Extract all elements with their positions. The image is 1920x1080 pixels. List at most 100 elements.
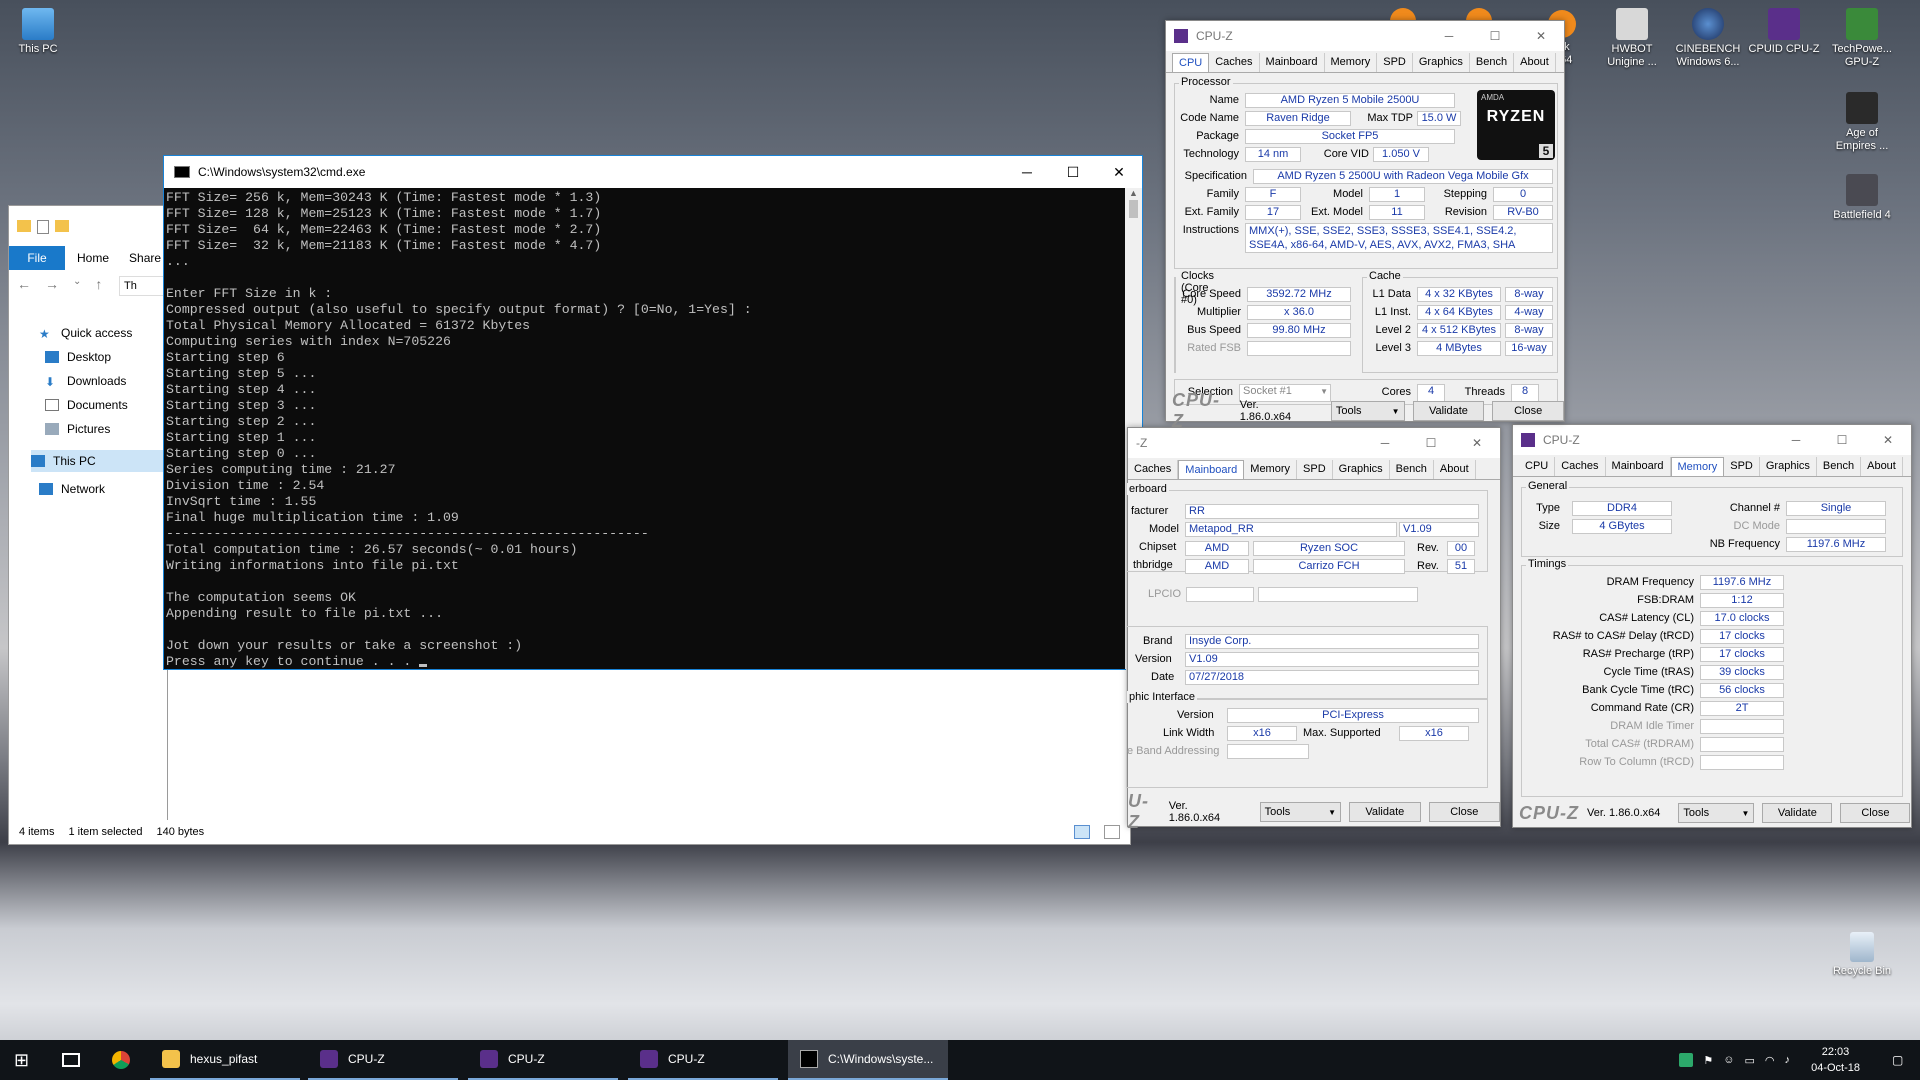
desktop-icon-gpuz[interactable]: TechPowe... GPU-Z	[1826, 8, 1898, 69]
tab-graphics[interactable]: Graphics	[1413, 53, 1470, 72]
l1-data-value: 4 x 32 KBytes	[1417, 287, 1501, 302]
taskbar-item-explorer[interactable]: hexus_pifast	[150, 1040, 300, 1080]
tab-bar: CPU Caches Mainboard Memory SPD Graphics…	[1166, 51, 1564, 73]
minimize-icon[interactable]: ─	[1773, 433, 1819, 447]
back-arrow-icon[interactable]: ←	[17, 276, 31, 292]
cmd-line: Computing series with index N=705226	[166, 334, 451, 349]
tab-caches[interactable]: Caches	[1209, 53, 1260, 72]
clock[interactable]: 22:03 04-Oct-18	[1811, 1044, 1860, 1076]
tab-file[interactable]: File	[9, 246, 65, 270]
tab-spd[interactable]: SPD	[1297, 460, 1333, 479]
tab-about[interactable]: About	[1514, 53, 1556, 72]
details-view-icon[interactable]	[1074, 825, 1090, 839]
desktop-icon-recycle-bin[interactable]: Recycle Bin	[1826, 932, 1898, 978]
task-view-button[interactable]	[52, 1040, 92, 1080]
tab-graphics[interactable]: Graphics	[1333, 460, 1390, 479]
people-icon[interactable]: ☺	[1723, 1054, 1734, 1066]
properties-icon[interactable]	[37, 220, 49, 234]
cmd-line: Starting step 3 ...	[166, 398, 317, 413]
tab-graphics[interactable]: Graphics	[1760, 457, 1817, 476]
validate-button[interactable]: Validate	[1762, 803, 1833, 823]
tab-bench[interactable]: Bench	[1470, 53, 1515, 72]
tab-caches[interactable]: Caches	[1555, 457, 1606, 476]
tab-cpu[interactable]: CPU	[1172, 53, 1210, 72]
cmd-output[interactable]: FFT Size= 256 k, Mem=30243 K (Time: Fast…	[164, 188, 1124, 669]
tab-spd[interactable]: SPD	[1377, 53, 1413, 72]
desktop-icon-hwbot[interactable]: HWBOT Unigine ...	[1596, 8, 1668, 69]
volume-icon[interactable]: ♪	[1785, 1054, 1791, 1066]
close-button[interactable]: Close	[1840, 803, 1911, 823]
app-tray-icon[interactable]	[1679, 1053, 1694, 1067]
nav-downloads[interactable]: ⬇ Downloads	[45, 374, 126, 389]
minimize-icon[interactable]: ─	[1362, 436, 1408, 450]
close-icon[interactable]: ✕	[1518, 29, 1564, 43]
nav-pictures[interactable]: Pictures	[45, 422, 110, 436]
ext-family-value: 17	[1245, 205, 1301, 220]
cmd-line: Series computing time : 21.27	[166, 462, 396, 477]
scroll-thumb[interactable]	[1129, 200, 1138, 218]
maximize-icon[interactable]: ☐	[1819, 433, 1865, 447]
nav-quick-access[interactable]: ★ Quick access	[39, 326, 132, 341]
tab-mainboard[interactable]: Mainboard	[1178, 460, 1245, 479]
desktop-icon-cinebench[interactable]: CINEBENCH Windows 6...	[1672, 8, 1744, 69]
tools-button[interactable]: Tools ▼	[1259, 802, 1342, 822]
tab-cpu[interactable]: CPU	[1519, 457, 1556, 476]
desktop-icon-this-pc[interactable]: This PC	[2, 8, 74, 56]
desktop-icon-cpuz[interactable]: CPUID CPU-Z	[1748, 8, 1820, 56]
tab-mainboard[interactable]: Mainboard	[1606, 457, 1671, 476]
taskbar-item-cpuz-3[interactable]: CPU-Z	[628, 1040, 778, 1080]
tools-button[interactable]: Tools ▼	[1330, 401, 1405, 421]
close-icon[interactable]: ✕	[1454, 436, 1500, 450]
forward-arrow-icon[interactable]: →	[45, 276, 59, 292]
taskbar-item-cpuz-1[interactable]: CPU-Z	[308, 1040, 458, 1080]
network-icon[interactable]: ⚑	[1703, 1054, 1713, 1067]
validate-button[interactable]: Validate	[1412, 401, 1485, 421]
address-bar[interactable]: Th	[119, 276, 167, 296]
technology-value: 14 nm	[1245, 147, 1301, 162]
close-icon[interactable]: ✕	[1096, 164, 1142, 181]
tab-about[interactable]: About	[1434, 460, 1476, 479]
tab-memory[interactable]: Memory	[1670, 457, 1725, 476]
scroll-up-icon[interactable]: ▲	[1125, 188, 1142, 198]
notification-button[interactable]: ▢	[1880, 1040, 1920, 1080]
tab-about[interactable]: About	[1861, 457, 1903, 476]
minimize-icon[interactable]: ─	[1426, 29, 1472, 43]
tab-mainboard[interactable]: Mainboard	[1260, 53, 1325, 72]
taskbar-item-cmd[interactable]: C:\Windows\syste...	[788, 1040, 948, 1080]
maximize-icon[interactable]: ☐	[1050, 164, 1096, 181]
close-icon[interactable]: ✕	[1865, 433, 1911, 447]
battery-icon[interactable]: ▭	[1744, 1054, 1754, 1067]
cmd-line: Enter FFT Size in k :	[166, 286, 333, 301]
chevron-down-icon[interactable]: ⌄	[73, 276, 81, 292]
validate-button[interactable]: Validate	[1349, 802, 1421, 822]
new-folder-icon[interactable]	[55, 220, 69, 232]
tools-button[interactable]: Tools ▼	[1678, 803, 1755, 823]
maximize-icon[interactable]: ☐	[1408, 436, 1454, 450]
tab-home[interactable]: Home	[77, 251, 109, 265]
tab-bench[interactable]: Bench	[1817, 457, 1862, 476]
tab-memory[interactable]: Memory	[1244, 460, 1298, 479]
taskbar-item-cpuz-2[interactable]: CPU-Z	[468, 1040, 618, 1080]
tab-spd[interactable]: SPD	[1724, 457, 1760, 476]
nav-desktop[interactable]: Desktop	[45, 350, 111, 364]
tiles-view-icon[interactable]	[1104, 825, 1120, 839]
taskbar-chrome[interactable]	[100, 1040, 144, 1080]
up-arrow-icon[interactable]: ↑	[95, 276, 102, 292]
nav-documents[interactable]: Documents	[45, 398, 128, 412]
tab-memory[interactable]: Memory	[1325, 53, 1378, 72]
tab-share[interactable]: Share	[129, 251, 161, 265]
nav-network[interactable]: Network	[39, 482, 105, 496]
close-button[interactable]: Close	[1492, 401, 1565, 421]
nav-this-pc[interactable]: This PC	[31, 450, 169, 472]
tab-caches[interactable]: Caches	[1128, 460, 1179, 479]
minimize-icon[interactable]: ─	[1004, 164, 1050, 181]
ribbon-tabs: File Home Share	[9, 246, 167, 270]
desktop-icon-battlefield[interactable]: Battlefield 4	[1826, 174, 1898, 222]
tab-bench[interactable]: Bench	[1390, 460, 1434, 479]
start-button[interactable]: ⊞	[0, 1040, 46, 1080]
wifi-icon[interactable]: ◠	[1765, 1054, 1775, 1067]
close-button[interactable]: Close	[1428, 802, 1500, 822]
maximize-icon[interactable]: ☐	[1472, 29, 1518, 43]
desktop-icon-age-of-empires[interactable]: Age of Empires ...	[1826, 92, 1898, 153]
folder-icon[interactable]	[17, 220, 31, 232]
